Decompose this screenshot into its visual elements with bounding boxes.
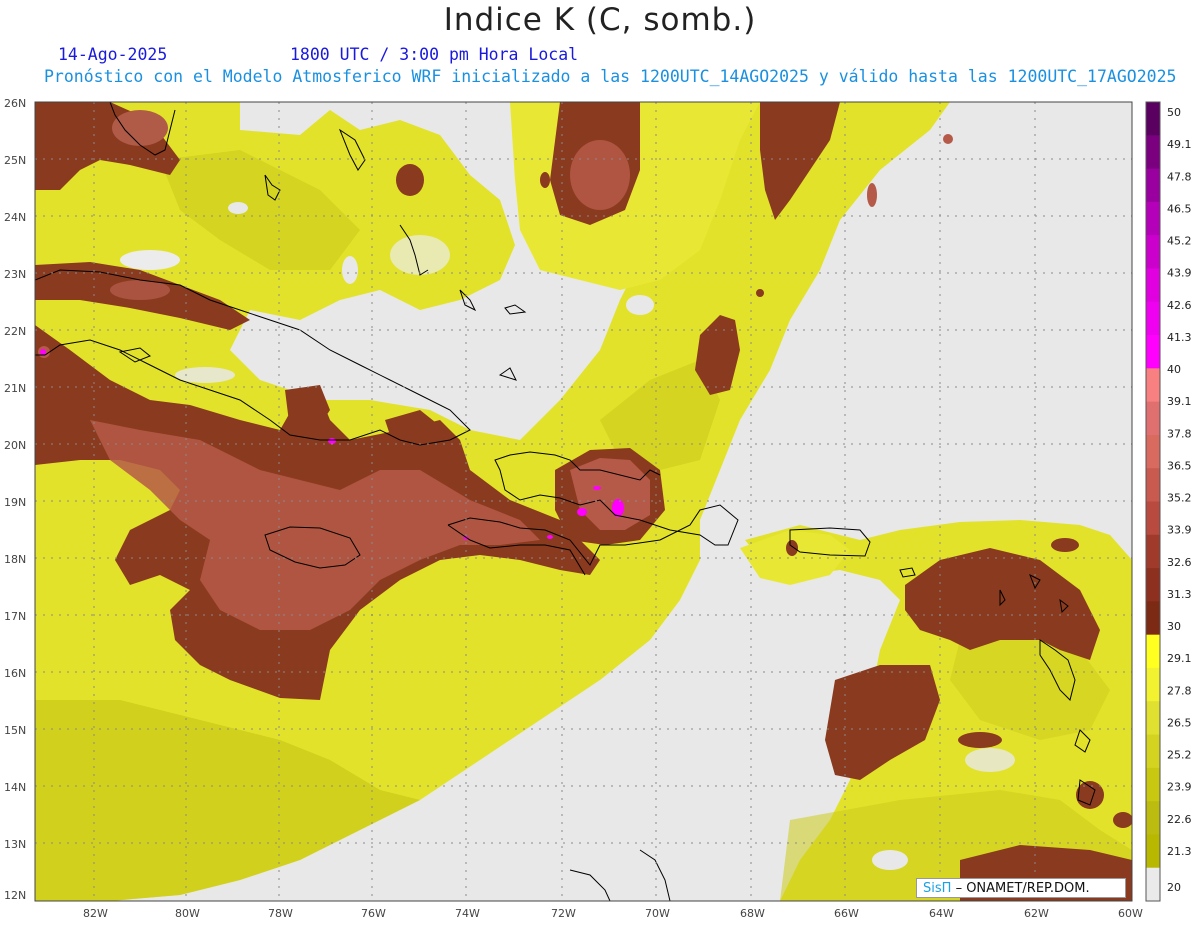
colorbar-label: 23.9 [1167,781,1192,794]
colorbar-label: 43.9 [1167,267,1192,280]
colorbar-swatch [1146,734,1160,769]
colorbar-label: 50 [1167,106,1181,119]
lon-label: 68W [740,907,765,920]
colorbar-swatch [1146,135,1160,170]
colorbar-swatch [1146,601,1160,636]
lon-label: 82W [83,907,108,920]
colorbar-swatch [1146,534,1160,569]
lon-label: 66W [834,907,859,920]
lat-label: 18N [4,553,26,566]
longitude-labels: 82W 80W 78W 76W 74W 72W 70W 68W 66W 64W … [83,907,1143,920]
lat-label: 14N [4,781,26,794]
lon-label: 72W [551,907,576,920]
lat-label: 15N [4,724,26,737]
colorbar-label: 32.6 [1167,556,1192,569]
lat-label: 22N [4,325,26,338]
lon-label: 64W [929,907,954,920]
colorbar-legend: 50 49.1 47.8 46.5 45.2 43.9 42.6 41.3 40 39.1 37.8… [1145,101,1192,902]
colorbar-label: 21.3 [1167,845,1192,858]
lat-label: 23N [4,268,26,281]
colorbar-swatch [1146,168,1160,203]
colorbar-swatch [1146,102,1160,136]
colorbar-label: 20 [1167,881,1181,894]
colorbar-label: 30 [1167,620,1181,633]
lat-label: 26N [4,97,26,110]
lon-label: 76W [361,907,386,920]
colorbar-label: 37.8 [1167,427,1192,440]
colorbar-label: 47.8 [1167,170,1192,183]
lat-label: 20N [4,439,26,452]
colorbar-swatch [1146,834,1160,869]
colorbar-label: 49.1 [1167,138,1192,151]
colorbar-swatch [1146,434,1160,469]
colorbar-swatch [1146,368,1160,403]
lon-label: 74W [455,907,480,920]
lon-label: 70W [645,907,670,920]
colorbar-label: 45.2 [1167,235,1192,248]
colorbar-swatch [1146,235,1160,269]
colorbar-label: 25.2 [1167,749,1192,762]
colorbar-swatch [1146,767,1160,802]
lat-label: 17N [4,610,26,623]
colorbar-swatch [1146,867,1160,902]
colorbar-label: 22.6 [1167,813,1192,826]
lat-label: 25N [4,154,26,167]
colorbar-swatch [1146,268,1160,303]
k-index-map: 26N 25N 24N 23N 22N 21N 20N 19N 18N 17N … [4,97,1192,920]
colorbar-label: 29.1 [1167,652,1192,665]
lat-label: 21N [4,382,26,395]
colorbar-swatch [1146,335,1160,369]
sispi-logo-text: SisΠ [923,881,952,896]
colorbar-swatch [1146,801,1160,835]
colorbar-label: 39.1 [1167,395,1192,408]
credit-organization: – ONAMET/REP.DOM. [955,881,1090,896]
colorbar-swatch [1146,501,1160,536]
colorbar-swatch [1146,667,1160,702]
lat-label: 24N [4,211,26,224]
colorbar-label: 35.2 [1167,492,1192,505]
credit-box: SisΠ – ONAMET/REP.DOM. [916,878,1126,898]
colorbar-swatch [1146,634,1160,669]
colorbar-label: 31.3 [1167,588,1192,601]
colorbar-label: 27.8 [1167,684,1192,697]
lat-label: 12N [4,889,26,902]
colorbar-label: 40 [1167,363,1181,376]
latitude-labels: 26N 25N 24N 23N 22N 21N 20N 19N 18N 17N … [4,97,26,902]
colorbar-label: 36.5 [1167,459,1192,472]
colorbar-label: 33.9 [1167,524,1192,537]
lon-label: 80W [175,907,200,920]
colorbar-label: 42.6 [1167,299,1192,312]
colorbar-swatch [1146,301,1160,336]
lon-label: 62W [1024,907,1049,920]
lon-label: 60W [1118,907,1143,920]
colorbar-swatch [1146,201,1160,236]
colorbar-label: 41.3 [1167,331,1192,344]
colorbar-swatch [1146,401,1160,436]
lat-label: 19N [4,496,26,509]
colorbar-swatch [1146,468,1160,502]
lat-label: 13N [4,838,26,851]
colorbar-label: 26.5 [1167,716,1192,729]
lon-label: 78W [268,907,293,920]
colorbar-label: 46.5 [1167,202,1192,215]
lat-label: 16N [4,667,26,680]
colorbar-swatch [1146,568,1160,602]
colorbar-swatch [1146,701,1160,736]
